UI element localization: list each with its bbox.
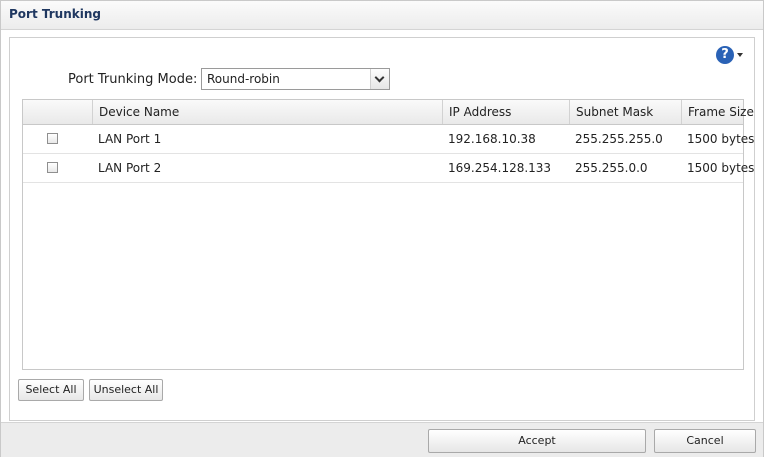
table-row[interactable]: LAN Port 1 192.168.10.38 255.255.255.0 1… (23, 125, 754, 154)
column-header-ip[interactable]: IP Address (442, 100, 569, 124)
subnet-mask: 255.255.255.0 (575, 132, 663, 146)
select-all-button[interactable]: Select All (18, 379, 84, 401)
settings-panel: ? Port Trunking Mode: Round-robin Device… (9, 37, 755, 421)
chevron-down-icon (737, 53, 743, 57)
table-row[interactable]: LAN Port 2 169.254.128.133 255.255.0.0 1… (23, 154, 754, 183)
device-name: LAN Port 1 (98, 132, 162, 146)
dialog-footer: Accept Cancel (1, 422, 763, 457)
ip-address: 169.254.128.133 (448, 161, 552, 175)
frame-size: 1500 bytes (687, 132, 755, 146)
ports-table: Device Name IP Address Subnet Mask Frame… (22, 99, 754, 370)
help-button[interactable]: ? (716, 44, 746, 66)
mode-select[interactable]: Round-robin (201, 68, 390, 90)
mode-label: Port Trunking Mode: (68, 72, 198, 87)
row-checkbox[interactable] (47, 162, 58, 173)
port-trunking-window: Port Trunking ? Port Trunking Mode: Roun… (0, 0, 764, 457)
frame-size: 1500 bytes (687, 161, 755, 175)
accept-button[interactable]: Accept (428, 429, 646, 453)
subnet-mask: 255.255.0.0 (575, 161, 648, 175)
chevron-down-icon (374, 72, 385, 83)
column-header-mask[interactable]: Subnet Mask (569, 100, 681, 124)
column-header-frame[interactable]: Frame Size (681, 100, 754, 124)
row-checkbox[interactable] (47, 133, 58, 144)
window-title: Port Trunking (9, 7, 101, 21)
dropdown-button[interactable] (370, 69, 389, 89)
column-header-select (23, 100, 92, 124)
mode-select-value: Round-robin (207, 72, 280, 86)
title-bar: Port Trunking (1, 1, 763, 30)
column-header-device[interactable]: Device Name (92, 100, 442, 124)
cancel-button[interactable]: Cancel (654, 429, 756, 453)
device-name: LAN Port 2 (98, 161, 162, 175)
table-header: Device Name IP Address Subnet Mask Frame… (23, 100, 754, 125)
help-icon: ? (716, 46, 734, 64)
ip-address: 192.168.10.38 (448, 132, 536, 146)
unselect-all-button[interactable]: Unselect All (89, 379, 163, 401)
